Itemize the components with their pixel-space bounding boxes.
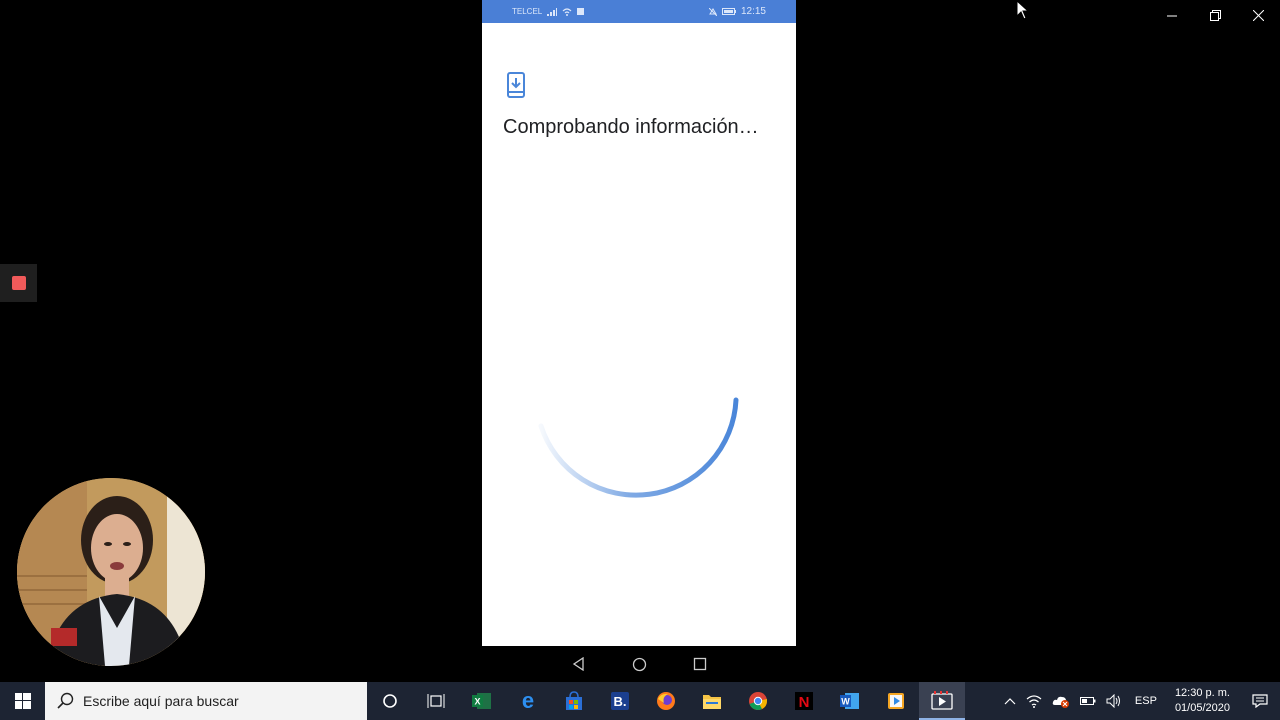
- cloud-error-icon: [1052, 696, 1069, 708]
- window-controls: [1151, 0, 1280, 30]
- svg-text:N: N: [799, 694, 810, 711]
- battery-icon: [1079, 697, 1096, 705]
- onedrive-button[interactable]: [1047, 682, 1075, 720]
- media-player-icon: [888, 693, 904, 709]
- phone-download-icon: [507, 72, 525, 98]
- search-placeholder: Escribe aquí para buscar: [83, 693, 239, 709]
- video-editor-icon: [931, 691, 953, 710]
- back-nav-button[interactable]: [572, 657, 586, 671]
- svg-text:e: e: [522, 691, 534, 711]
- clock-date: 01/05/2020: [1174, 702, 1230, 714]
- home-nav-button[interactable]: [632, 657, 647, 672]
- taskbar-search-box[interactable]: Escribe aquí para buscar: [45, 682, 367, 720]
- store-taskbar-button[interactable]: [551, 682, 597, 720]
- start-button[interactable]: [0, 682, 45, 720]
- show-hidden-icons-button[interactable]: [999, 682, 1021, 720]
- loading-spinner-icon: [538, 397, 739, 498]
- cortana-icon: [383, 694, 397, 708]
- mouse-cursor-icon: [1016, 0, 1030, 20]
- phone-clock: 12:15: [740, 6, 766, 17]
- booking-icon: B.: [611, 692, 629, 710]
- close-icon: [1253, 9, 1264, 21]
- file-explorer-taskbar-button[interactable]: [689, 682, 735, 720]
- media-player-taskbar-button[interactable]: [873, 682, 919, 720]
- edge-taskbar-button[interactable]: e: [505, 682, 551, 720]
- taskbar-clock[interactable]: 12:30 p. m. 01/05/2020: [1165, 686, 1240, 716]
- android-nav-bar: [482, 646, 796, 682]
- minimize-button[interactable]: [1151, 0, 1194, 30]
- word-taskbar-button[interactable]: W: [827, 682, 873, 720]
- phone-screen: TELCEL 12:15 Comprobando información…: [482, 0, 796, 646]
- firefox-taskbar-button[interactable]: [643, 682, 689, 720]
- language-indicator[interactable]: ESP: [1127, 682, 1165, 720]
- svg-text:W: W: [841, 697, 850, 707]
- firefox-icon: [657, 692, 675, 710]
- signal-icon: [547, 7, 558, 16]
- booking-taskbar-button[interactable]: B.: [597, 682, 643, 720]
- stop-icon: [11, 276, 26, 290]
- windows-logo-icon: [14, 693, 31, 709]
- speaker-icon: [1106, 694, 1120, 708]
- battery-button[interactable]: [1075, 682, 1101, 720]
- excel-taskbar-button[interactable]: X: [459, 682, 505, 720]
- svg-text:X: X: [474, 697, 480, 707]
- store-icon: [566, 691, 582, 710]
- netflix-icon: N: [795, 692, 813, 711]
- restore-icon: [1210, 9, 1221, 21]
- taskbar: Escribe aquí para buscar X e B. N W ESP …: [0, 682, 1280, 720]
- carrier-label: TELCEL: [512, 7, 543, 16]
- search-icon: [57, 692, 74, 709]
- task-view-button[interactable]: [413, 682, 459, 720]
- task-view-icon: [427, 694, 445, 708]
- word-icon: W: [840, 693, 859, 709]
- notification-icon: [577, 8, 585, 15]
- chevron-up-icon: [1004, 698, 1016, 705]
- chrome-icon: [749, 692, 767, 710]
- video-editor-taskbar-button[interactable]: [919, 682, 965, 720]
- edge-icon: e: [522, 691, 534, 711]
- netflix-taskbar-button[interactable]: N: [781, 682, 827, 720]
- phone-status-bar: TELCEL 12:15: [482, 0, 796, 23]
- network-button[interactable]: [1021, 682, 1047, 720]
- system-tray: ESP 12:30 p. m. 01/05/2020: [999, 682, 1280, 720]
- action-center-button[interactable]: [1240, 682, 1280, 720]
- cortana-button[interactable]: [367, 682, 413, 720]
- presenter-image: [17, 478, 205, 666]
- minimize-icon: [1167, 15, 1177, 16]
- mute-icon: [708, 7, 717, 16]
- wifi-icon: [562, 7, 572, 16]
- webcam-overlay: [17, 478, 205, 666]
- notification-icon: [1252, 694, 1268, 708]
- wifi-icon: [1026, 695, 1042, 708]
- battery-icon: [721, 8, 736, 15]
- stop-recording-button[interactable]: [0, 264, 37, 302]
- excel-icon: X: [472, 693, 491, 709]
- chrome-taskbar-button[interactable]: [735, 682, 781, 720]
- close-button[interactable]: [1237, 0, 1280, 30]
- svg-text:B.: B.: [614, 694, 627, 709]
- page-title: Comprobando información…: [503, 116, 759, 138]
- restore-button[interactable]: [1194, 0, 1237, 30]
- clock-time: 12:30 p. m.: [1174, 687, 1230, 699]
- folder-icon: [703, 695, 721, 709]
- volume-button[interactable]: [1101, 682, 1127, 720]
- recents-nav-button[interactable]: [693, 657, 707, 671]
